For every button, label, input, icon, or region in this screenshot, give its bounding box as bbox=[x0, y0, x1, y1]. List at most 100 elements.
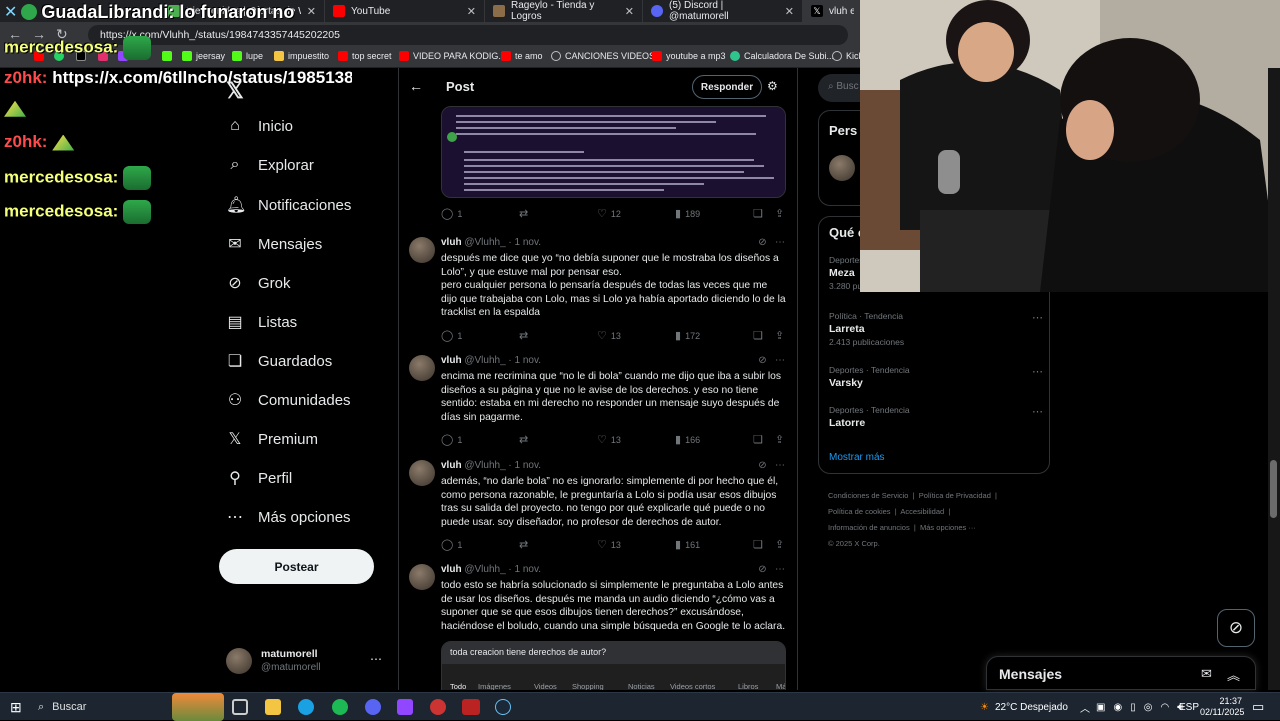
page-scrollbar[interactable] bbox=[1268, 68, 1280, 690]
like-action[interactable]: ♡ 13 bbox=[597, 433, 621, 446]
share-action[interactable]: ⇪ bbox=[775, 538, 784, 551]
new-message-icon[interactable]: ✉ bbox=[1201, 666, 1212, 682]
share-action[interactable]: ⇪ bbox=[775, 207, 784, 220]
clock[interactable]: 21:37 02/11/2025 bbox=[1200, 696, 1244, 718]
google-tab[interactable]: Todo bbox=[450, 682, 478, 690]
sidebar-item-listas[interactable]: ▤ Listas bbox=[226, 312, 297, 332]
sliders-icon[interactable]: ⚙︎ bbox=[767, 79, 778, 93]
bookmark-video-kodigo[interactable]: VIDEO PARA KODIG... bbox=[399, 51, 506, 61]
share-action[interactable]: ⇪ bbox=[775, 329, 784, 342]
views-action[interactable]: ▮ 166 bbox=[675, 433, 700, 446]
reply-button[interactable]: Responder bbox=[692, 75, 762, 99]
tweet-date[interactable]: · 1 nov. bbox=[508, 460, 541, 471]
tweet-image[interactable] bbox=[441, 106, 786, 198]
trend-item[interactable]: Deportes · Tendencia Latorre ⋯ bbox=[829, 405, 1043, 429]
bookmark-canciones[interactable]: CANCIONES VIDEOS bbox=[551, 51, 655, 61]
bookmark-kick-globe[interactable]: Kick bbox=[832, 51, 863, 61]
more-icon[interactable]: ⋯ bbox=[775, 564, 785, 575]
tweet-author-name[interactable]: vluh bbox=[441, 460, 462, 471]
tweet-handle[interactable]: @Vluhh_ bbox=[464, 564, 505, 575]
bookmark-kick[interactable] bbox=[162, 51, 172, 61]
language-indicator[interactable]: ESP bbox=[1179, 693, 1199, 721]
reply-action[interactable]: ◯ 1 bbox=[441, 538, 462, 551]
taskbar-search[interactable]: ⌕ Buscar bbox=[32, 695, 172, 719]
reply-action[interactable]: ◯ 1 bbox=[441, 329, 462, 342]
tweet-handle[interactable]: @Vluhh_ bbox=[464, 355, 505, 366]
google-tab[interactable]: Videos cortos bbox=[670, 682, 738, 690]
grok-button[interactable]: ⊘ bbox=[1217, 609, 1255, 647]
avatar[interactable] bbox=[829, 155, 855, 181]
views-action[interactable]: ▮ 189 bbox=[675, 207, 700, 220]
like-action[interactable]: ♡ 12 bbox=[597, 207, 621, 220]
views-action[interactable]: ▮ 172 bbox=[675, 329, 700, 342]
bookmark-te-amo[interactable]: te amo bbox=[501, 51, 543, 61]
more-icon[interactable]: ⋯ bbox=[775, 460, 785, 471]
like-action[interactable]: ♡ 13 bbox=[597, 538, 621, 551]
grok-icon[interactable]: ⊘ bbox=[758, 564, 766, 575]
more-icon[interactable]: ⋯ bbox=[775, 237, 785, 248]
google-tab[interactable]: Noticias bbox=[628, 682, 670, 690]
post-button[interactable]: Postear bbox=[219, 549, 374, 584]
views-action[interactable]: ▮ 161 bbox=[675, 538, 700, 551]
sidebar-item-notificaciones[interactable]: 🔔︎ Notificaciones bbox=[226, 195, 351, 215]
bookmark-impuestito[interactable]: impuestito bbox=[274, 51, 329, 61]
tab-youtube[interactable]: YouTube ✕ bbox=[325, 0, 485, 22]
obs-icon[interactable] bbox=[430, 699, 446, 715]
footer-link[interactable]: Política de Privacidad bbox=[919, 491, 991, 500]
tab-rageylo[interactable]: Rageylo - Tienda y Logros ✕ bbox=[485, 0, 643, 22]
reply-action[interactable]: ◯ 1 bbox=[441, 433, 462, 446]
footer-link[interactable]: Información de anuncios bbox=[828, 523, 910, 532]
trend-item[interactable]: Deportes · Tendencia Varsky ⋯ bbox=[829, 365, 1043, 389]
tab-discord[interactable]: (5) Discord | @matumorell ✕ bbox=[643, 0, 803, 22]
messages-drawer[interactable]: Mensajes ✉ ︽ bbox=[986, 656, 1256, 690]
footer-link[interactable]: Accesibilidad bbox=[900, 507, 944, 516]
more-icon[interactable]: ⋯ bbox=[1032, 405, 1043, 418]
repost-action[interactable]: ⇄ bbox=[519, 207, 528, 220]
footer-link[interactable]: Condiciones de Servicio bbox=[828, 491, 908, 500]
url-field[interactable]: https://x.com/Vluhh_/status/198474335744… bbox=[88, 25, 848, 45]
footer-link[interactable]: Política de cookies bbox=[828, 507, 891, 516]
grok-icon[interactable]: ⊘ bbox=[758, 237, 766, 248]
footer-link[interactable]: Más opciones ··· bbox=[920, 523, 976, 532]
notifications-icon[interactable]: ▭ bbox=[1252, 693, 1264, 721]
avatar[interactable] bbox=[409, 564, 435, 590]
more-icon[interactable]: ⋯ bbox=[1032, 311, 1043, 324]
back-arrow-icon[interactable]: ← bbox=[409, 78, 423, 94]
avatar[interactable] bbox=[409, 237, 435, 263]
edge-icon[interactable] bbox=[298, 699, 314, 715]
steam-icon[interactable] bbox=[495, 699, 511, 715]
x-logo-icon[interactable]: 𝕏 bbox=[226, 78, 244, 104]
avatar[interactable] bbox=[409, 460, 435, 486]
tweet-date[interactable]: · 1 nov. bbox=[508, 237, 541, 248]
repost-action[interactable]: ⇄ bbox=[519, 329, 528, 342]
tweet-date[interactable]: · 1 nov. bbox=[508, 564, 541, 575]
google-tab[interactable]: Videos bbox=[534, 682, 572, 690]
bookmark-top-secret[interactable]: top secret bbox=[338, 51, 392, 61]
avatar[interactable] bbox=[409, 355, 435, 381]
bookmark-action[interactable]: ❏ bbox=[753, 538, 763, 551]
tweet-date[interactable]: · 1 nov. bbox=[508, 355, 541, 366]
tweet-author-name[interactable]: vluh bbox=[441, 237, 462, 248]
repost-action[interactable]: ⇄ bbox=[519, 538, 528, 551]
account-switcher[interactable]: matumorell @matumorell ⋯ bbox=[226, 646, 386, 676]
task-view-icon[interactable] bbox=[232, 699, 248, 715]
app-icon[interactable] bbox=[462, 699, 480, 715]
tab-close-icon[interactable]: ✕ bbox=[467, 5, 476, 18]
bookmark-action[interactable]: ❏ bbox=[753, 207, 763, 220]
tray-chevron-icon[interactable]: ︿ bbox=[1080, 693, 1090, 721]
trend-item[interactable]: Política · Tendencia Larreta 2.413 publica… bbox=[829, 311, 1043, 347]
show-more-link[interactable]: Mostrar más bbox=[829, 452, 885, 463]
collapse-chevron-icon[interactable]: ︽ bbox=[1227, 665, 1240, 684]
tab-close-icon[interactable]: ✕ bbox=[785, 5, 794, 18]
sidebar-item-mensajes[interactable]: ✉ Mensajes bbox=[226, 234, 322, 254]
file-explorer-icon[interactable] bbox=[265, 699, 281, 715]
google-search-image[interactable]: toda creacion tiene derechos de autor? T… bbox=[441, 641, 786, 690]
tweet-handle[interactable]: @Vluhh_ bbox=[464, 237, 505, 248]
scrollbar-thumb[interactable] bbox=[1270, 460, 1277, 518]
tab-close-icon[interactable]: ✕ bbox=[307, 5, 316, 18]
share-action[interactable]: ⇪ bbox=[775, 433, 784, 446]
more-icon[interactable]: ⋯ bbox=[1032, 365, 1043, 378]
sidebar-item-grok[interactable]: ⊘ Grok bbox=[226, 273, 290, 293]
google-tab[interactable]: Libros bbox=[738, 682, 776, 690]
reply-action[interactable]: ◯ 1 bbox=[441, 207, 462, 220]
